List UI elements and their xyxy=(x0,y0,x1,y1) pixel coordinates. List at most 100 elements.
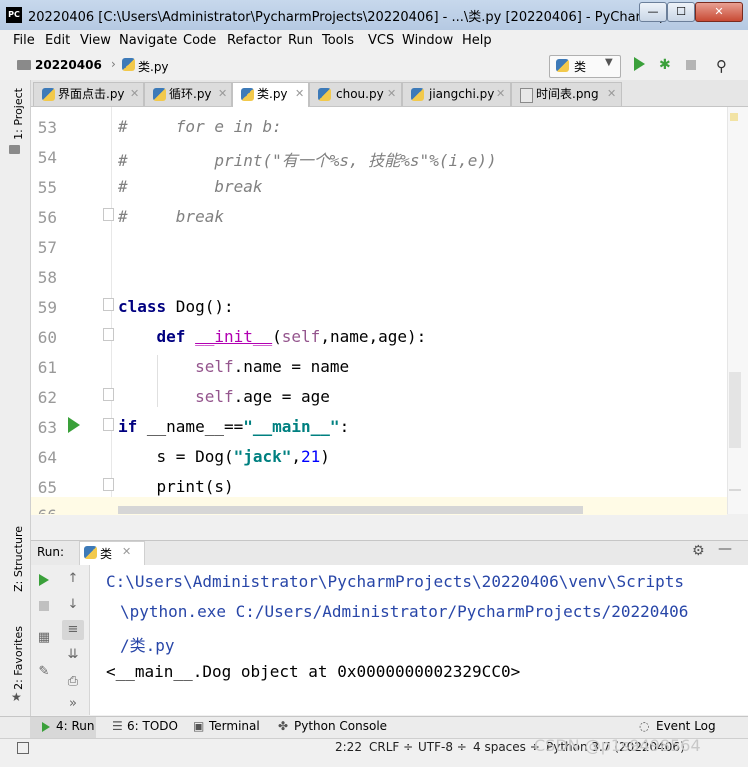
horizontal-scrollbar[interactable] xyxy=(118,506,583,514)
terminal-tool-button[interactable]: Terminal xyxy=(209,719,260,733)
python-file-icon xyxy=(153,88,166,101)
code-line: # break xyxy=(118,207,224,226)
line-number: 58 xyxy=(37,268,57,287)
project-tool-window-button[interactable]: 1: Project xyxy=(12,88,25,140)
gear-icon[interactable]: ⚙ xyxy=(692,543,705,559)
tab-xunhuan[interactable]: 循环.py ✕ xyxy=(144,82,232,106)
pycharm-logo-icon: PC xyxy=(6,7,22,23)
watermark-text: CSDN @p1s9498564 xyxy=(534,736,701,755)
breadcrumb-file[interactable]: 类.py xyxy=(138,58,169,75)
code-line: # break xyxy=(118,177,263,196)
tool-windows-toggle-icon[interactable] xyxy=(17,742,29,754)
editor-scrollbar[interactable] xyxy=(727,107,748,514)
run-tab-label: 类 xyxy=(100,547,113,561)
left-tool-stripe xyxy=(0,80,31,716)
close-icon[interactable]: ✕ xyxy=(122,545,131,558)
fold-marker-icon[interactable] xyxy=(103,418,114,431)
fold-marker-icon[interactable] xyxy=(103,208,114,221)
close-icon[interactable]: ✕ xyxy=(496,83,505,105)
run-icon[interactable] xyxy=(634,57,645,71)
code-line: def __init__(self,name,age): xyxy=(156,327,427,346)
menu-navigate[interactable]: Navigate xyxy=(119,33,177,48)
pin-icon[interactable]: ✎ xyxy=(37,664,51,679)
fold-marker-icon[interactable] xyxy=(103,388,114,401)
python-file-icon xyxy=(241,88,254,101)
code-line: # print("有一个%s, 技能%s"%(i,e)) xyxy=(118,151,497,170)
hide-panel-icon[interactable]: — xyxy=(718,541,732,557)
line-separator-select[interactable]: CRLF ÷ xyxy=(369,740,413,754)
tab-jiangchi[interactable]: jiangchi.py ✕ xyxy=(402,82,511,106)
menu-code[interactable]: Code xyxy=(183,33,216,48)
breadcrumb-project[interactable]: 20220406 xyxy=(35,58,102,72)
chevron-down-icon: ▼ xyxy=(605,57,613,68)
scroll-thumb[interactable] xyxy=(729,372,741,448)
stop-icon[interactable] xyxy=(39,601,49,611)
tab-jiemian-dianji[interactable]: 界面点击.py ✕ xyxy=(33,82,144,106)
scroll-marker xyxy=(729,489,741,491)
tab-label: 循环.py xyxy=(169,87,212,101)
close-button[interactable]: ✕ xyxy=(695,2,743,22)
menu-vcs[interactable]: VCS xyxy=(368,33,394,48)
menu-help[interactable]: Help xyxy=(462,33,492,48)
arrow-down-icon[interactable]: ↓ xyxy=(66,597,80,612)
run-gutter-icon[interactable] xyxy=(68,417,80,433)
console-line: C:\Users\Administrator\PycharmProjects\2… xyxy=(106,572,684,591)
menu-refactor[interactable]: Refactor xyxy=(227,33,282,48)
layout-icon[interactable]: ▦ xyxy=(37,630,51,645)
menu-view[interactable]: View xyxy=(80,33,111,48)
event-log-tool-button[interactable]: Event Log xyxy=(656,719,716,733)
soft-wrap-icon: ≡ xyxy=(67,622,79,637)
run-configuration-label: 类 xyxy=(574,60,587,74)
close-icon[interactable]: ✕ xyxy=(130,83,139,105)
window-title-bar: PC 20220406 [C:\Users\Administrator\Pych… xyxy=(0,0,748,31)
caret-position[interactable]: 2:22 xyxy=(335,740,362,754)
code-line: self.age = age xyxy=(195,387,330,406)
close-icon[interactable]: ✕ xyxy=(218,83,227,105)
indent-select[interactable]: 4 spaces ÷ xyxy=(473,740,540,754)
python-file-icon xyxy=(84,546,97,559)
tab-lei[interactable]: 类.py ✕ xyxy=(232,82,309,107)
bug-icon[interactable]: ✱ xyxy=(659,57,671,73)
close-icon[interactable]: ✕ xyxy=(295,83,304,105)
tab-label: chou.py xyxy=(336,87,384,101)
menu-edit[interactable]: Edit xyxy=(45,33,70,48)
inspection-status-icon[interactable] xyxy=(730,113,738,121)
structure-tool-window-button[interactable]: Z: Structure xyxy=(12,526,25,592)
search-icon[interactable]: ⚲ xyxy=(716,57,727,75)
image-file-icon xyxy=(520,88,533,103)
menu-run[interactable]: Run xyxy=(288,33,313,48)
terminal-icon: ▣ xyxy=(193,719,205,733)
python-file-icon xyxy=(411,88,424,101)
stop-icon[interactable] xyxy=(686,60,696,70)
code-line: self.name = name xyxy=(195,357,350,376)
close-icon[interactable]: ✕ xyxy=(607,83,616,105)
print-icon[interactable]: ⎙ xyxy=(66,674,80,689)
menu-window[interactable]: Window xyxy=(402,33,453,48)
menu-file[interactable]: File xyxy=(13,33,35,48)
encoding-select[interactable]: UTF-8 ÷ xyxy=(418,740,467,754)
scroll-to-end-icon[interactable]: ⇊ xyxy=(66,647,80,662)
python-console-tool-button[interactable]: Python Console xyxy=(294,719,387,733)
close-icon[interactable]: ✕ xyxy=(387,83,396,105)
arrow-up-icon[interactable]: ↑ xyxy=(66,571,80,586)
fold-marker-icon[interactable] xyxy=(103,328,114,341)
fold-marker-icon[interactable] xyxy=(103,298,114,311)
code-line: class Dog(): xyxy=(118,297,234,316)
run-panel-title: Run: xyxy=(37,545,65,559)
breadcrumb-separator: › xyxy=(111,57,116,71)
more-icon[interactable]: » xyxy=(66,696,80,711)
line-number: 64 xyxy=(37,448,57,467)
rerun-icon[interactable] xyxy=(39,574,49,586)
tab-label: 界面点击.py xyxy=(58,87,125,101)
tab-label: 类.py xyxy=(257,87,288,101)
todo-tool-button[interactable]: 6: TODO xyxy=(127,719,178,733)
tab-shijianbiao[interactable]: 时间表.png ✕ xyxy=(511,82,622,106)
python-file-icon xyxy=(42,88,55,101)
maximize-button[interactable]: ☐ xyxy=(667,2,695,22)
code-line: print(s) xyxy=(156,477,234,496)
fold-marker-icon[interactable] xyxy=(103,478,114,491)
menu-tools[interactable]: Tools xyxy=(322,33,354,48)
favorites-tool-window-button[interactable]: 2: Favorites xyxy=(12,626,25,690)
minimize-button[interactable]: — xyxy=(639,2,667,22)
tab-chou[interactable]: chou.py ✕ xyxy=(309,82,402,106)
